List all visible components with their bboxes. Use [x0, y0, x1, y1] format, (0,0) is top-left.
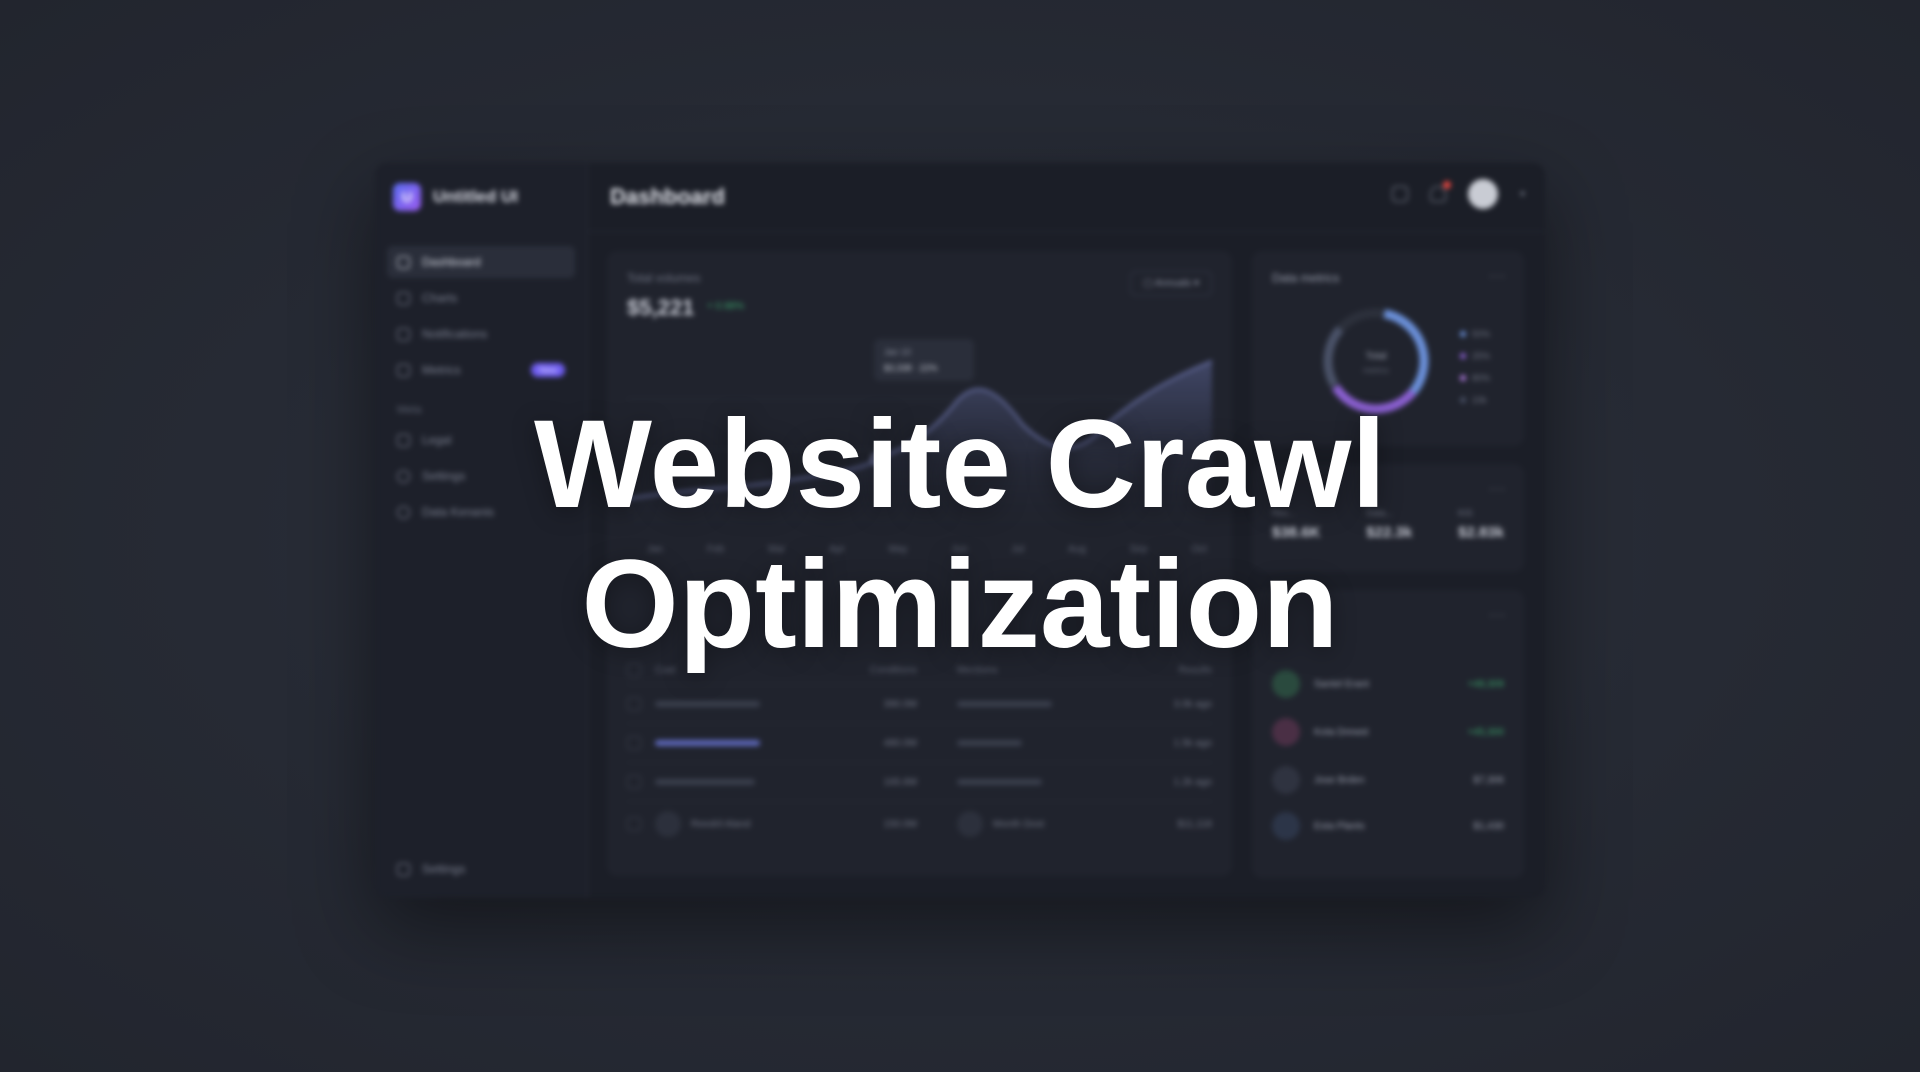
sidebar-item-dashboard[interactable]: Dashboard	[387, 246, 575, 278]
bar-chart-icon	[397, 291, 410, 305]
person-amount: $1,430	[1473, 820, 1504, 832]
page-title: Dashboard	[610, 184, 725, 209]
data-table: Cost Conditions Mentions Results 390.0M …	[627, 656, 1212, 846]
period-select[interactable]: ▢ Annuals ▾	[1130, 271, 1212, 296]
table-cell: 165.6M	[883, 776, 917, 788]
legend-item: 50%	[1460, 323, 1490, 345]
avatar	[1272, 718, 1300, 746]
table-cell: 390.0M	[883, 698, 917, 710]
person-name: Esta Plants	[1314, 820, 1365, 832]
avatar	[1272, 812, 1300, 840]
list-item[interactable]: Esta Plants $1,430	[1272, 812, 1504, 840]
legend-item: 80%	[1460, 367, 1490, 389]
sidebar-item-label: Charts	[422, 291, 458, 305]
calendar-icon: ▢	[1143, 278, 1156, 289]
table-cell: 1.2k ago	[1173, 776, 1212, 788]
donut-center-label: Total	[1365, 351, 1386, 362]
grid-icon	[397, 255, 410, 269]
bell-icon	[957, 811, 983, 837]
sidebar-item-metrics[interactable]: Metrics New	[387, 354, 575, 386]
person-name: Jose Brden	[1314, 774, 1365, 786]
calendar-icon[interactable]	[1391, 186, 1408, 202]
table-cell: 1.5k ago	[1173, 737, 1212, 749]
donut-center-sub: metrics	[1363, 366, 1389, 375]
topbar: Dashboard ▾	[587, 163, 1545, 232]
table-row[interactable]: 390.0M 3.0k ago	[627, 684, 1212, 723]
table-row[interactable]: 480.0M 1.5k ago	[627, 723, 1212, 762]
new-badge: New	[530, 363, 565, 377]
headline-line-1: Website Crawl	[533, 395, 1387, 534]
headline-line-2: Optimization	[581, 535, 1339, 674]
row-checkbox[interactable]	[627, 697, 641, 711]
sidebar-footer-label: Settings	[422, 862, 466, 876]
legend-item: 25%	[1460, 345, 1490, 367]
brand[interactable]: U Untitled UI	[393, 183, 518, 211]
trend-icon	[397, 327, 410, 341]
more-icon[interactable]: ···	[1489, 267, 1506, 283]
person-amount: +45,300	[1467, 726, 1504, 738]
logout-icon	[397, 862, 410, 876]
table-cell: Reedril Aland	[691, 818, 751, 830]
table-row[interactable]: Reedril Aland 150.0M Month Dost $11,118	[627, 801, 1212, 846]
bell-icon[interactable]	[1429, 181, 1451, 202]
chart-tooltip: Jan 10 $3,338 · 22%	[874, 339, 974, 381]
avatar	[1272, 766, 1300, 794]
person-name: Kota Drewst	[1314, 726, 1369, 738]
row-checkbox[interactable]	[627, 736, 641, 750]
avatar[interactable]	[1467, 179, 1498, 209]
legend-label: 25%	[1472, 351, 1491, 361]
row-checkbox[interactable]	[627, 817, 641, 831]
person-name: Santel Erant	[1314, 678, 1370, 690]
period-label: Annuals	[1155, 278, 1192, 289]
sidebar-item-label: Dashboard	[422, 255, 481, 269]
table-row[interactable]: 165.6M 1.2k ago	[627, 762, 1212, 801]
sidebar-footer-settings[interactable]: Settings	[397, 862, 465, 876]
legend-label: 80%	[1472, 373, 1491, 383]
card-title: Data metrics	[1272, 271, 1340, 285]
person-amount: $7,306	[1473, 774, 1504, 786]
brand-name: Untitled UI	[433, 187, 518, 206]
delta-badge: + 0.98%	[707, 301, 744, 312]
settings-icon	[655, 811, 681, 837]
legend-label: 50%	[1472, 329, 1491, 339]
logo-icon: U	[393, 183, 421, 211]
tooltip-title: Jan 10	[884, 347, 912, 357]
list-item[interactable]: Jose Brden $7,306	[1272, 766, 1504, 794]
table-icon	[397, 363, 410, 377]
sidebar-item-label: Notifications	[422, 327, 488, 341]
sidebar-item-label: Metrics	[422, 363, 461, 377]
chevron-down-icon[interactable]: ▾	[1520, 189, 1525, 200]
row-checkbox[interactable]	[627, 775, 641, 789]
table-cell: 3.0k ago	[1173, 698, 1212, 710]
person-amount: +48,309	[1467, 678, 1504, 690]
tooltip-value: $3,338 · 22%	[884, 363, 938, 373]
card-label: Total volumes	[627, 271, 701, 285]
table-cell: 150.0M	[883, 818, 917, 830]
table-cell: $11,118	[1177, 818, 1212, 830]
sidebar-item-notifications[interactable]: Notifications	[387, 318, 575, 350]
topbar-actions: ▾	[1391, 179, 1525, 209]
list-item[interactable]: Kota Drewst +45,300	[1272, 718, 1504, 746]
table-cell: Month Dost	[993, 818, 1045, 830]
total-value: $5,221	[627, 295, 695, 320]
chevron-down-icon: ▾	[1193, 278, 1199, 289]
sidebar-item-charts[interactable]: Charts	[387, 282, 575, 314]
table-cell: 480.0M	[883, 737, 917, 749]
headline: Website Crawl Optimization	[0, 395, 1920, 675]
